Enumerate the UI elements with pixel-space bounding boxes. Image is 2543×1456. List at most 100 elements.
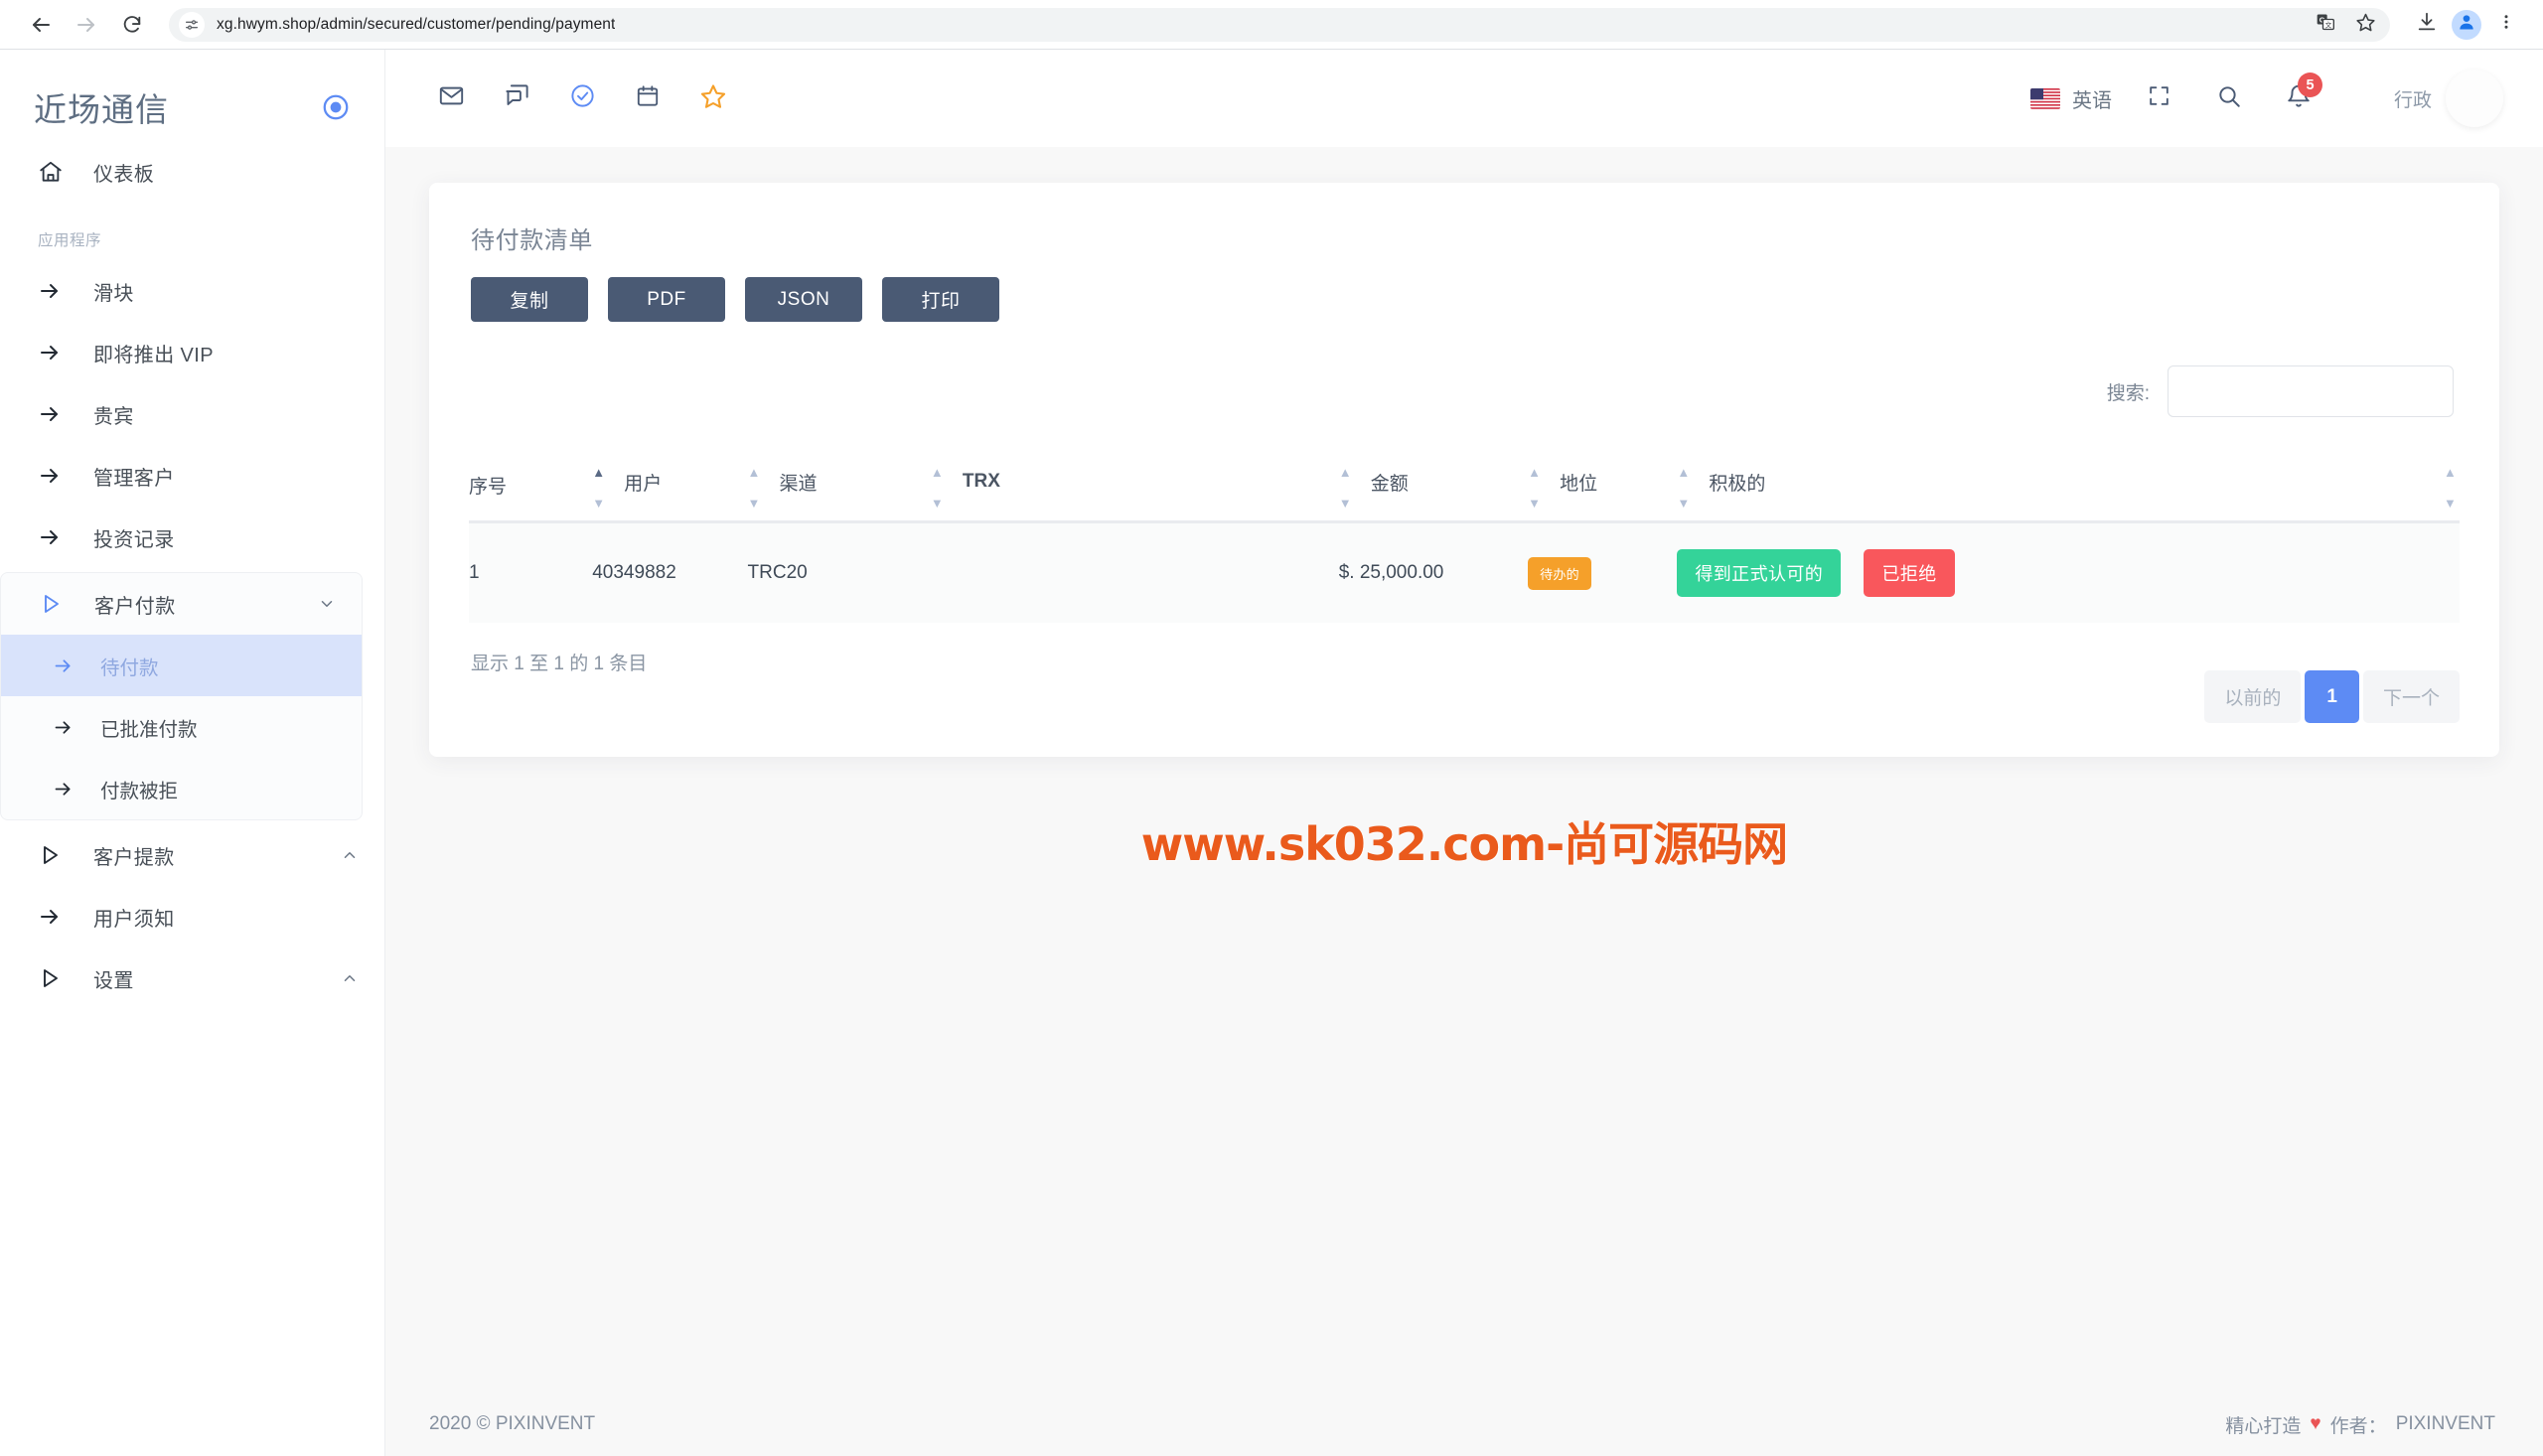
json-button[interactable]: JSON: [745, 277, 862, 322]
profile-button[interactable]: [2452, 9, 2481, 40]
approve-button[interactable]: 得到正式认可的: [1677, 549, 1842, 597]
sort-arrows-icon[interactable]: ▲ ▼: [1677, 465, 1693, 510]
pending-payment-card: 待付款清单 复制 PDF JSON 打印 搜索: 序号 ▲ ▼ 用户 ▲ ▼ 渠…: [429, 183, 2499, 757]
arrow-right-icon: [38, 402, 72, 426]
back-button[interactable]: [18, 2, 64, 48]
us-flag-icon: [2029, 87, 2060, 109]
reject-button[interactable]: 已拒绝: [1864, 549, 1955, 597]
sort-arrows-icon[interactable]: ▲ ▼: [748, 465, 764, 510]
sidebar-brand[interactable]: 近场通信: [0, 60, 384, 141]
favorites-button[interactable]: [691, 76, 735, 120]
chevron-down-icon[interactable]: [318, 595, 336, 613]
column-header-trx[interactable]: ▲ ▼ TRX: [930, 465, 1339, 523]
column-header-index[interactable]: 序号: [469, 465, 593, 523]
search-button[interactable]: [2207, 76, 2251, 120]
table-row[interactable]: 1 40349882 TRC20 $. 25,000.00 待办的 得到正式认可…: [469, 521, 2460, 623]
sidebar-item-vip[interactable]: 贵宾: [0, 383, 384, 445]
sidebar-item-label: 滑块: [93, 282, 134, 305]
sort-arrows-icon[interactable]: ▲ ▼: [1528, 465, 1544, 510]
column-header-status[interactable]: ▲ ▼ 地位: [1528, 465, 1678, 523]
tasks-button[interactable]: [560, 76, 604, 120]
page-title: 待付款清单: [471, 227, 593, 254]
footer-credit: 精心打造 ♥ 作者： PIXINVENT: [2225, 1411, 2495, 1438]
pagination-previous[interactable]: 以前的: [2204, 670, 2302, 723]
print-button[interactable]: 打印: [882, 277, 999, 322]
footer-copyright: 2020 © PIXINVENT: [429, 1413, 596, 1434]
fullscreen-button[interactable]: [2138, 76, 2181, 120]
calendar-icon: [635, 83, 661, 114]
arrow-right-icon: [38, 279, 72, 303]
site-settings-icon[interactable]: [179, 11, 205, 38]
pagination-next[interactable]: 下一个: [2362, 670, 2460, 723]
chrome-menu-button[interactable]: [2487, 6, 2525, 44]
arrow-right-icon: [38, 525, 72, 549]
pdf-button[interactable]: PDF: [608, 277, 725, 322]
sidebar-item-rejected-payment[interactable]: 付款被拒: [1, 758, 362, 819]
cell-channel: TRC20: [747, 521, 931, 623]
chevron-up-icon[interactable]: [341, 969, 359, 987]
sidebar-item-label: 仪表板: [93, 163, 155, 186]
profile-avatar-icon: [2457, 12, 2476, 37]
sidebar-item-investment-records[interactable]: 投资记录: [0, 507, 384, 568]
sort-arrows-icon-end[interactable]: ▲ ▼: [2444, 465, 2460, 510]
language-selector[interactable]: 英语: [2029, 84, 2112, 113]
sidebar-item-approved-payment[interactable]: 已批准付款: [1, 696, 362, 758]
table-search-row: 搜索:: [469, 365, 2460, 417]
mail-icon: [438, 82, 465, 114]
sort-arrows-icon[interactable]: ▲ ▼: [592, 465, 608, 510]
star-icon: [699, 82, 727, 115]
column-header-amount[interactable]: ▲ ▼ 金额: [1338, 465, 1529, 523]
circle-target-icon[interactable]: [321, 92, 351, 122]
translate-button[interactable]: G文: [2307, 6, 2344, 44]
sidebar-item-customer-withdrawal[interactable]: 客户提款: [0, 824, 384, 886]
copy-button[interactable]: 复制: [471, 277, 588, 322]
sidebar-item-label: 付款被拒: [100, 780, 179, 802]
content-area: 待付款清单 复制 PDF JSON 打印 搜索: 序号 ▲ ▼ 用户 ▲ ▼ 渠…: [385, 147, 2543, 1392]
mail-button[interactable]: [429, 76, 473, 120]
sidebar-item-label: 即将推出 VIP: [93, 344, 214, 366]
browser-toolbar: xg.hwym.shop/admin/secured/customer/pend…: [0, 0, 2543, 50]
sidebar-item-label: 客户提款: [93, 846, 175, 869]
sort-arrows-icon[interactable]: ▲ ▼: [931, 465, 947, 510]
url-text: xg.hwym.shop/admin/secured/customer/pend…: [217, 15, 616, 33]
column-label: 序号: [469, 477, 508, 498]
column-header-action[interactable]: ▲ ▼ 积极的 ▲ ▼: [1677, 465, 2460, 523]
avatar[interactable]: [2446, 70, 2503, 127]
pagination-page-1[interactable]: 1: [2305, 670, 2359, 723]
message-icon: [504, 82, 530, 114]
sidebar-item-dashboard[interactable]: 仪表板: [0, 141, 384, 203]
sidebar-item-label: 贵宾: [93, 405, 134, 428]
address-bar[interactable]: xg.hwym.shop/admin/secured/customer/pend…: [169, 6, 2390, 44]
table-info-text: 显示 1 至 1 的 1 条目: [471, 654, 648, 674]
search-input[interactable]: [2168, 365, 2454, 417]
sidebar-item-manage-customers[interactable]: 管理客户: [0, 445, 384, 507]
sidebar-item-slider[interactable]: 滑块: [0, 260, 384, 322]
notifications-button[interactable]: 5: [2277, 73, 2322, 120]
arrow-right-icon: [53, 655, 78, 676]
reload-button[interactable]: [109, 2, 155, 48]
app-footer: 2020 © PIXINVENT 精心打造 ♥ 作者： PIXINVENT: [385, 1392, 2543, 1456]
sidebar-item-user-notice[interactable]: 用户须知: [0, 886, 384, 947]
forward-button[interactable]: [64, 2, 109, 48]
sidebar-item-pending-payment[interactable]: 待付款: [1, 635, 362, 696]
sort-arrows-icon[interactable]: ▲ ▼: [1339, 465, 1355, 510]
calendar-button[interactable]: [626, 76, 670, 120]
column-label: TRX: [962, 471, 1000, 492]
cell-index: 1: [469, 521, 593, 623]
language-label: 英语: [2071, 89, 2112, 112]
messages-button[interactable]: [495, 76, 538, 120]
bookmark-button[interactable]: [2346, 6, 2384, 44]
star-icon: [2355, 12, 2376, 38]
fullscreen-icon: [2147, 83, 2171, 113]
footer-brand: PIXINVENT: [2395, 1413, 2495, 1434]
sidebar-section-label: 应用程序: [38, 232, 102, 249]
sidebar-item-customer-payment[interactable]: 客户付款: [1, 573, 362, 635]
sidebar-item-vip-coming-soon[interactable]: 即将推出 VIP: [0, 322, 384, 383]
column-header-channel[interactable]: ▲ ▼ 渠道: [747, 465, 931, 523]
chevron-up-icon[interactable]: [341, 846, 359, 864]
column-header-user[interactable]: ▲ ▼ 用户: [592, 465, 748, 523]
downloads-button[interactable]: [2408, 6, 2446, 44]
user-menu[interactable]: 行政: [2394, 70, 2503, 127]
app-shell: 近场通信 仪表板 应用程序 滑块 即将推出 VIP 贵宾 管理客户 投资记录 客…: [0, 50, 2543, 1456]
sidebar-item-settings[interactable]: 设置: [0, 947, 384, 1009]
